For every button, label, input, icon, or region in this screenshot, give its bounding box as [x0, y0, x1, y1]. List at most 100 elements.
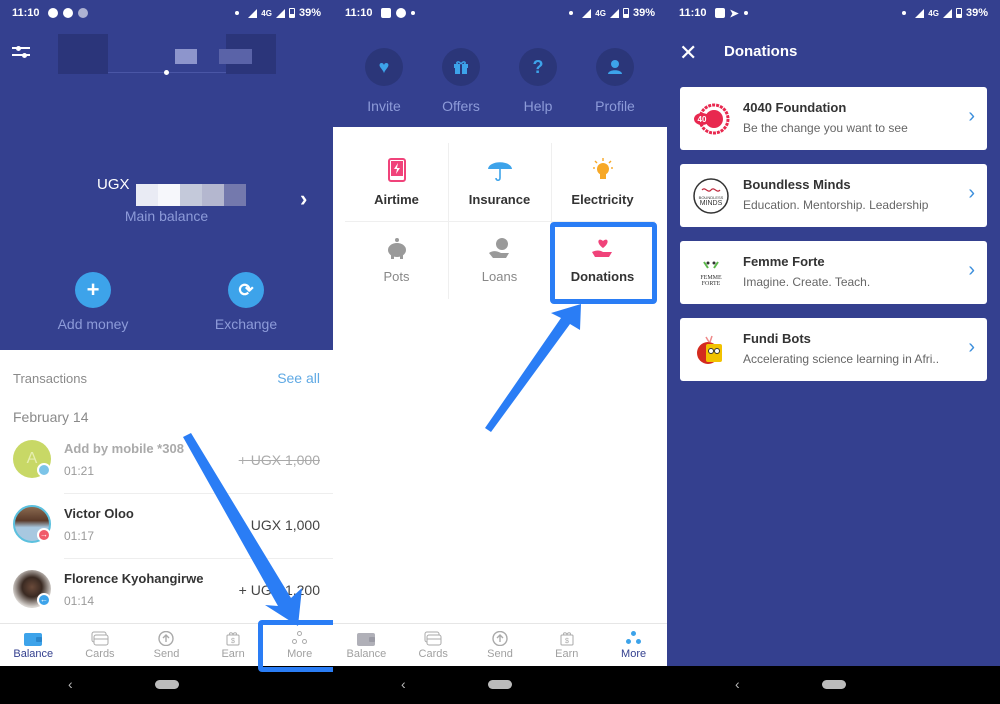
- chevron-right-icon: ›: [968, 336, 975, 358]
- balance-currency: UGX: [97, 176, 130, 193]
- transaction-name: Victor Oloo: [64, 506, 134, 521]
- donation-org-boundless-minds[interactable]: BOUNDLESS MINDS Boundless Minds Education…: [680, 164, 987, 227]
- tab-label: More: [621, 647, 647, 660]
- service-label: Pots: [383, 268, 410, 284]
- tab-cards[interactable]: Cards: [67, 624, 134, 666]
- balance-header: UGX Main balance › + Add money ⟳ Exchang…: [0, 26, 333, 350]
- whatsapp-icon: [47, 8, 58, 18]
- service-pots[interactable]: Pots: [345, 221, 448, 299]
- add-money-button[interactable]: + Add money: [48, 272, 138, 332]
- svg-text:40: 40: [698, 115, 707, 124]
- exchange-button[interactable]: ⟳ Exchange: [201, 272, 291, 332]
- see-all-link[interactable]: See all: [277, 370, 320, 386]
- signal-icon: [248, 8, 258, 18]
- tab-label: Balance: [346, 647, 387, 660]
- invite-button[interactable]: ♥ Invite: [354, 48, 414, 114]
- tab-cards[interactable]: Cards: [400, 624, 467, 666]
- tab-label: Earn: [221, 647, 245, 660]
- status-bar: 11:10 4G 39%: [0, 0, 333, 26]
- tab-balance[interactable]: Balance: [333, 624, 400, 666]
- whatsapp-icon: [395, 8, 406, 18]
- service-insurance[interactable]: Insurance: [448, 143, 551, 221]
- umbrella-icon: [487, 161, 512, 181]
- battery-percent: 39%: [632, 7, 655, 19]
- donation-org-4040-foundation[interactable]: 40 4040 Foundation Be the change you wan…: [680, 87, 987, 150]
- svg-text:MINDS: MINDS: [700, 200, 723, 207]
- transaction-row[interactable]: ← Florence Kyohangirwe 01:14 + UGX 1,200: [0, 559, 333, 624]
- close-icon[interactable]: ✕: [679, 40, 697, 66]
- service-airtime[interactable]: Airtime: [345, 143, 448, 221]
- status-bar: 11:10 4G 39%: [333, 0, 667, 26]
- gift-dollar-icon: $: [560, 631, 574, 645]
- filter-settings-icon[interactable]: [12, 44, 30, 58]
- service-loans[interactable]: Loans: [448, 221, 551, 299]
- app-notification-icon: [77, 8, 88, 18]
- back-icon[interactable]: ‹: [735, 676, 740, 692]
- signal-icon-2: [942, 8, 952, 18]
- org-name: Fundi Bots: [743, 331, 811, 346]
- plus-icon: +: [75, 272, 111, 308]
- tab-more[interactable]: More: [600, 624, 667, 666]
- chevron-right-icon[interactable]: ›: [300, 186, 307, 212]
- key-icon: [62, 8, 73, 18]
- service-electricity[interactable]: Electricity: [551, 143, 654, 221]
- annotation-highlight-donations: [550, 222, 657, 304]
- offers-button[interactable]: Offers: [431, 48, 491, 114]
- tab-earn[interactable]: $ Earn: [533, 624, 600, 666]
- wallet-icon: [357, 632, 376, 646]
- notification-dot-icon: [743, 11, 748, 15]
- home-pill[interactable]: [822, 680, 846, 689]
- redacted-area: [175, 49, 197, 64]
- org-name: Femme Forte: [743, 254, 825, 269]
- profile-button[interactable]: Profile: [585, 48, 645, 114]
- main-balance-label: Main balance: [124, 208, 209, 224]
- send-icon: [492, 630, 508, 646]
- cards-icon: [424, 631, 442, 645]
- battery-icon: [622, 8, 629, 18]
- battery-icon: [288, 8, 295, 18]
- back-icon[interactable]: ‹: [68, 676, 73, 692]
- send-icon: [158, 630, 175, 646]
- back-icon[interactable]: ‹: [401, 676, 406, 692]
- tab-earn[interactable]: $ Earn: [200, 624, 267, 666]
- transaction-amount: - UGX 1,000: [242, 517, 320, 533]
- status-time: 11:10: [12, 7, 40, 19]
- incoming-arrow-icon: ←: [37, 593, 51, 607]
- transaction-name: Add by mobile *308: [64, 441, 184, 456]
- battery-percent: 39%: [965, 7, 988, 19]
- service-label: Airtime: [374, 191, 419, 207]
- signal-icon: [582, 8, 592, 18]
- svg-text:$: $: [565, 638, 569, 645]
- org-name: 4040 Foundation: [743, 100, 847, 115]
- image-icon: [714, 8, 725, 18]
- help-button[interactable]: ? Help: [508, 48, 568, 114]
- svg-text:$: $: [231, 638, 235, 645]
- org-tagline: Imagine. Create. Teach.: [743, 275, 871, 289]
- transaction-row[interactable]: A Add by mobile *308 01:21 + UGX 1,000: [0, 429, 333, 494]
- tab-send[interactable]: Send: [467, 624, 534, 666]
- status-time: 11:10: [679, 7, 707, 19]
- donation-org-fundi-bots[interactable]: Fundi Bots Accelerating science learning…: [680, 318, 987, 381]
- battery-icon: [955, 8, 962, 18]
- signal-icon-2: [275, 8, 285, 18]
- date-header: February 14: [13, 409, 89, 425]
- status-time: 11:10: [345, 7, 373, 19]
- tab-label: Send: [153, 647, 180, 660]
- donation-org-femme-forte[interactable]: FEMME FORTE Femme Forte Imagine. Create. …: [680, 241, 987, 304]
- image-icon: [380, 8, 391, 18]
- system-nav-bar: ‹: [667, 666, 1000, 704]
- tab-send[interactable]: Send: [133, 624, 200, 666]
- tab-balance[interactable]: Balance: [0, 624, 67, 666]
- quick-action-label: Offers: [442, 98, 480, 114]
- exchange-icon: ⟳: [228, 272, 264, 308]
- balance-screen: 11:10 4G 39% UGX Main balance › + Add mo…: [0, 0, 333, 704]
- cards-icon: [91, 631, 109, 645]
- home-pill[interactable]: [488, 680, 512, 689]
- tab-label: Earn: [555, 647, 579, 660]
- org-tagline: Education. Mentorship. Leadership: [743, 198, 929, 212]
- gift-dollar-icon: $: [226, 631, 240, 645]
- heart-icon: ♥: [365, 48, 403, 86]
- transaction-row[interactable]: → Victor Oloo 01:17 - UGX 1,000: [0, 494, 333, 559]
- home-pill[interactable]: [155, 680, 179, 689]
- pager-indicator[interactable]: [164, 70, 169, 75]
